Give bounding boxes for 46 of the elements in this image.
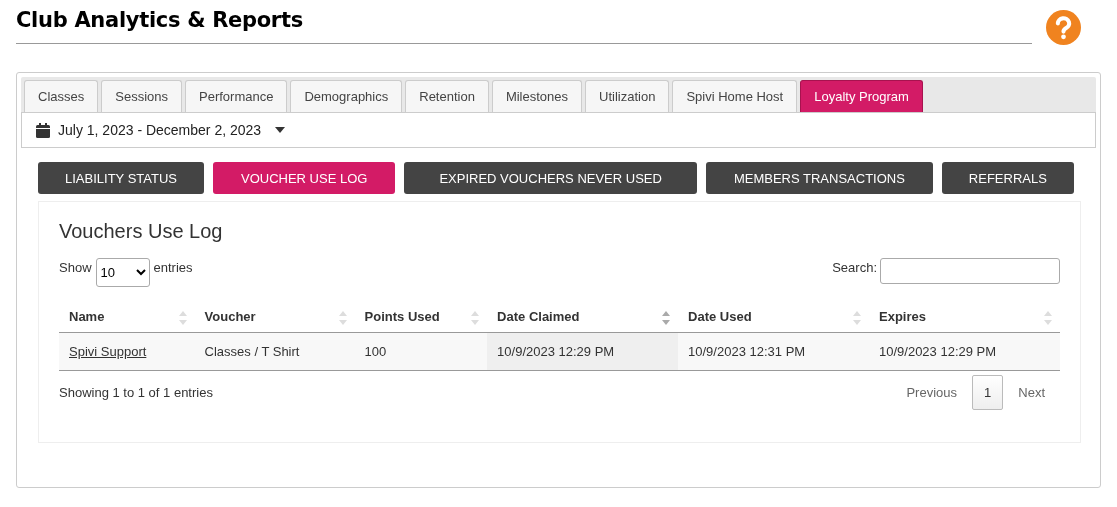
sort-icon xyxy=(853,311,861,325)
pager-link[interactable]: Previous xyxy=(891,375,973,410)
column-header[interactable]: Expires xyxy=(869,301,1060,333)
page-title: Club Analytics & Reports xyxy=(16,7,304,32)
table-cell: 100 xyxy=(354,332,488,371)
section-title: Vouchers Use Log xyxy=(59,220,224,243)
tab[interactable]: Classes xyxy=(24,80,99,112)
table-cell: 10/9/2023 12:29 PM xyxy=(869,332,1060,371)
sort-icon xyxy=(471,311,480,325)
column-header[interactable]: Name xyxy=(59,301,195,333)
help-icon[interactable] xyxy=(1046,10,1081,45)
table-cell: Classes / T Shirt xyxy=(194,332,355,371)
calendar-icon xyxy=(36,122,50,138)
tab[interactable]: Retention xyxy=(405,80,489,112)
sort-icon xyxy=(662,311,671,325)
tab[interactable]: Loyalty Program xyxy=(800,80,923,112)
search-field[interactable] xyxy=(880,258,1060,284)
pager-link[interactable]: Next xyxy=(1003,375,1060,410)
tab[interactable]: Utilization xyxy=(585,80,670,112)
report-button[interactable]: EXPIRED VOUCHERS NEVER USED xyxy=(404,162,697,194)
table-cell: 10/9/2023 12:29 PM xyxy=(487,332,679,371)
tab[interactable]: Spivi Home Host xyxy=(672,80,798,112)
tab[interactable]: Demographics xyxy=(290,80,403,112)
tab[interactable]: Sessions xyxy=(101,80,182,112)
report-button[interactable]: VOUCHER USE LOG xyxy=(213,162,396,194)
column-header[interactable]: Voucher xyxy=(194,301,355,333)
caret-icon[interactable] xyxy=(275,127,286,133)
sort-icon xyxy=(1044,311,1052,325)
search-label: Search: xyxy=(832,260,877,275)
sort-icon xyxy=(338,311,347,325)
table-info: Showing 1 to 1 of 1 entries xyxy=(59,385,213,400)
page-button[interactable]: 1 xyxy=(972,375,1004,410)
column-header[interactable]: Date Used xyxy=(678,301,869,333)
report-button[interactable]: LIABILITY STATUS xyxy=(38,162,204,194)
sort-icon xyxy=(178,311,187,325)
date-range[interactable]: July 1, 2023 - December 2, 2023 xyxy=(58,122,262,138)
show-label: Show xyxy=(59,260,92,275)
column-header[interactable]: Date Claimed xyxy=(487,301,679,333)
entries-select[interactable]: 10 xyxy=(95,258,150,287)
table-cell: 10/9/2023 12:31 PM xyxy=(678,332,869,371)
column-header[interactable]: Points Used xyxy=(354,301,488,333)
tab[interactable]: Performance xyxy=(185,80,288,112)
tab[interactable]: Milestones xyxy=(491,80,583,112)
report-button[interactable]: REFERRALS xyxy=(941,162,1074,194)
report-button[interactable]: MEMBERS TRANSACTIONS xyxy=(705,162,933,194)
entries-label: entries xyxy=(153,260,193,275)
